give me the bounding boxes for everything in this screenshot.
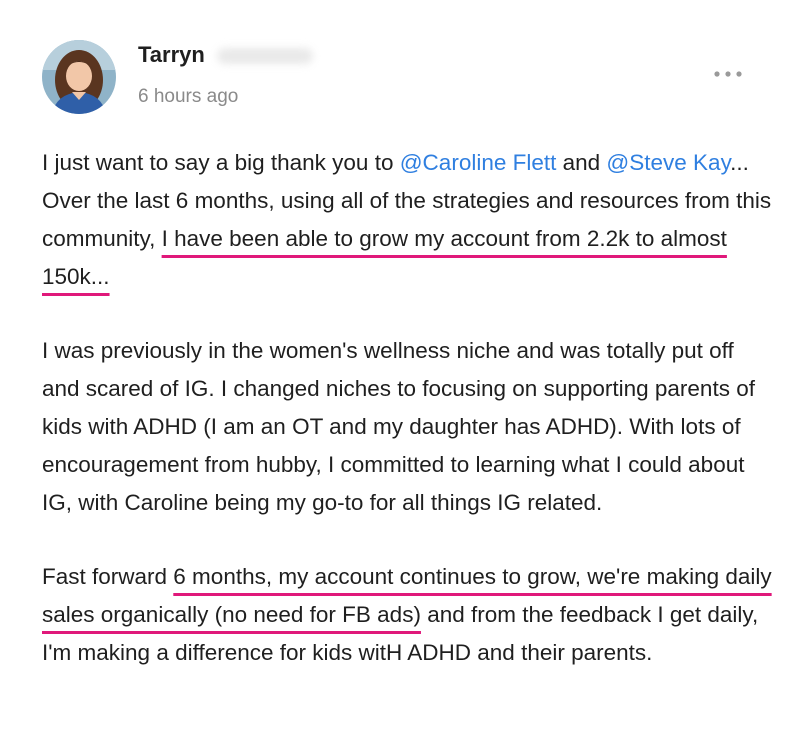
author-avatar[interactable] bbox=[42, 40, 116, 114]
p1-text-1: I just want to say a big thank you to bbox=[42, 150, 400, 175]
author-name[interactable]: Tarryn bbox=[138, 42, 313, 68]
p3-text-1: Fast forward bbox=[42, 564, 174, 589]
author-surname-redacted bbox=[216, 48, 313, 65]
avatar-image bbox=[42, 40, 116, 114]
post-paragraph-1: I just want to say a big thank you to @C… bbox=[42, 144, 772, 296]
author-first-name: Tarryn bbox=[138, 42, 205, 67]
more-options-icon[interactable] bbox=[710, 64, 746, 84]
p1-text-2: and bbox=[556, 150, 607, 175]
post-paragraph-2: I was previously in the women's wellness… bbox=[42, 338, 755, 515]
post-body: I just want to say a big thank you to @C… bbox=[42, 144, 772, 708]
community-post: Tarryn 6 hours ago I just want to say a … bbox=[0, 0, 786, 752]
mention-steve-kay[interactable]: @Steve Kay bbox=[606, 150, 730, 175]
mention-caroline-flett[interactable]: @Caroline Flett bbox=[400, 150, 557, 175]
post-timestamp[interactable]: 6 hours ago bbox=[138, 86, 238, 108]
post-paragraph-3: Fast forward 6 months, my account contin… bbox=[42, 558, 772, 672]
